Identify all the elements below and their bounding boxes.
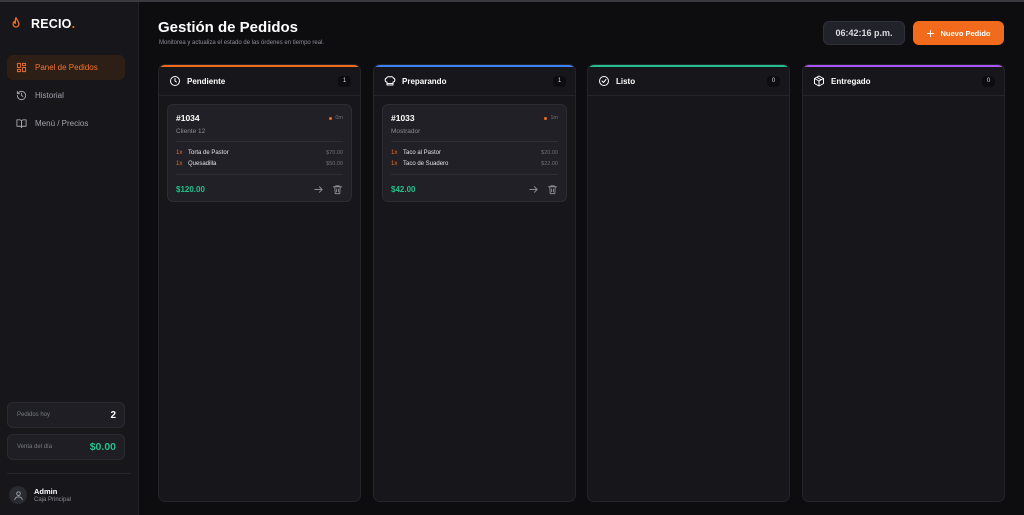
item-price: $20.00 [541,150,558,157]
status-dot [329,116,333,120]
column-header: Listo 0 [588,67,789,96]
page-subtitle: Monitorea y actualiza el estado de las ó… [159,40,325,46]
avatar [9,486,27,504]
item-qty: 1x [176,160,183,167]
stat-value: $0.00 [89,441,116,453]
item-qty: 1x [176,150,183,157]
order-total: $42.00 [391,184,416,194]
order-elapsed: 0m [329,115,343,121]
item-price: $70.00 [326,150,343,157]
order-item: 1x Taco al Pastor $20.00 [391,148,558,159]
column-listo: Listo 0 [587,64,790,502]
user-icon [13,490,23,500]
sidebar-item-label: Historial [35,91,64,100]
order-total: $120.00 [176,184,205,194]
column-header: Preparando 1 [374,67,575,96]
delete-order-button[interactable] [331,183,343,195]
order-item: 1x Taco de Suadero $22.00 [391,159,558,170]
item-name: Taco de Suadero [403,160,449,167]
order-item: 1x Torta de Pastor $70.00 [176,148,343,159]
sidebar-item-historial[interactable]: Historial [7,83,125,108]
user-role: Caja Principal [34,497,72,503]
order-id: #1033 [391,113,415,123]
column-header: Pendiente 1 [159,67,360,96]
item-price: $22.00 [541,160,558,167]
trash-icon [332,184,342,194]
stat-value: 2 [110,409,116,421]
brand-name: RECIO. [31,16,76,31]
column-title: Listo [616,76,636,86]
stat-pedidos-hoy: Pedidos hoy 2 [7,402,125,428]
brand-logo[interactable]: RECIO. [9,16,75,31]
item-name: Quesadilla [188,160,217,167]
package-icon [814,75,824,87]
item-price: $50.00 [326,160,343,167]
item-name: Taco al Pastor [403,150,442,157]
order-card[interactable]: #1034 0m Cliente 12 1x Torta de Pastor $… [167,104,352,202]
history-icon [16,90,27,101]
sidebar-item-label: Panel de Pedidos [35,63,98,72]
arrow-right-icon [528,185,538,193]
delete-order-button[interactable] [546,183,558,195]
column-header: Entregado 0 [803,67,1004,96]
order-client: Mostrador [391,128,421,135]
arrow-right-icon [313,185,323,193]
user-profile[interactable]: Admin Caja Principal [9,486,71,504]
stat-venta-del-dia: Venta del día $0.00 [7,434,125,460]
item-qty: 1x [391,150,398,157]
sidebar-divider [7,473,131,474]
page-title: Gestión de Pedidos [158,19,299,36]
column-count: 0 [982,75,995,87]
grid-icon [16,62,27,73]
new-order-label: Nuevo Pedido [940,28,991,38]
plus-icon [927,29,935,37]
order-footer: $42.00 [391,174,558,195]
check-circle-icon [599,76,609,86]
order-elapsed: 1m [544,115,558,121]
sidebar-item-label: Menú / Precios [35,119,89,128]
item-qty: 1x [391,160,398,167]
column-title: Entregado [831,76,871,86]
trash-icon [547,184,557,194]
advance-order-button[interactable] [312,183,324,195]
column-title: Preparando [402,76,447,86]
window-top-border [0,0,1024,2]
status-dot [544,116,548,120]
item-name: Torta de Pastor [188,150,229,157]
clock-display: 06:42:16 p.m. [823,21,905,45]
order-id: #1034 [176,113,200,123]
clock-icon [170,76,180,86]
column-entregado: Entregado 0 [802,64,1005,502]
sidebar: RECIO. Panel de Pedidos Historial Menú /… [0,2,139,515]
user-name: Admin [34,487,58,496]
column-count: 1 [553,75,566,87]
flame-icon [12,17,20,28]
column-title: Pendiente [187,76,226,86]
column-pendiente: Pendiente 1 #1034 0m Cliente 12 1x Torta… [158,64,361,502]
sidebar-nav: Panel de Pedidos Historial Menú / Precio… [7,55,125,139]
order-items: 1x Taco al Pastor $20.00 1x Taco de Suad… [391,141,558,169]
stat-label: Pedidos hoy [17,412,51,418]
column-preparando: Preparando 1 #1033 1m Mostrador 1x Taco … [373,64,576,502]
order-footer: $120.00 [176,174,343,195]
column-count: 1 [338,75,351,87]
advance-order-button[interactable] [527,183,539,195]
chef-hat-icon [384,76,396,86]
book-icon [16,119,27,129]
sidebar-item-menu-precios[interactable]: Menú / Precios [7,111,125,136]
order-card[interactable]: #1033 1m Mostrador 1x Taco al Pastor $20… [382,104,567,202]
new-order-button[interactable]: Nuevo Pedido [913,21,1004,45]
stat-label: Venta del día [17,444,53,450]
sidebar-item-panel-de-pedidos[interactable]: Panel de Pedidos [7,55,125,80]
order-item: 1x Quesadilla $50.00 [176,159,343,170]
order-client: Cliente 12 [176,128,206,135]
column-count: 0 [767,75,780,87]
order-items: 1x Torta de Pastor $70.00 1x Quesadilla … [176,141,343,169]
